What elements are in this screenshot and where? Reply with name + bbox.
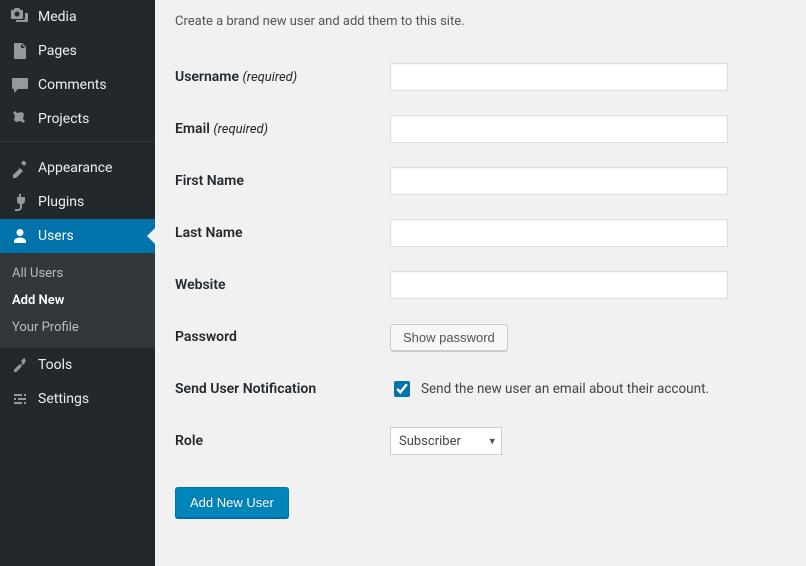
notification-text: Send the new user an email about their a… xyxy=(421,381,709,397)
sidebar-item-label: Tools xyxy=(38,357,72,373)
sidebar-item-label: Pages xyxy=(38,43,77,59)
sidebar-item-appearance[interactable]: Appearance xyxy=(0,151,155,185)
add-new-user-button[interactable]: Add New User xyxy=(175,487,289,518)
password-label: Password xyxy=(175,311,390,363)
email-label: Email (required) xyxy=(175,103,390,155)
sidebar-item-pages[interactable]: Pages xyxy=(0,34,155,68)
username-label: Username (required) xyxy=(175,51,390,103)
username-input[interactable] xyxy=(390,63,728,91)
submenu-your-profile[interactable]: Your Profile xyxy=(0,314,155,341)
users-submenu: All Users Add New Your Profile xyxy=(0,253,155,348)
sidebar-item-projects[interactable]: Projects xyxy=(0,102,155,136)
role-label: Role xyxy=(175,415,390,467)
website-input[interactable] xyxy=(390,271,728,299)
submenu-add-new[interactable]: Add New xyxy=(0,287,155,314)
comments-icon xyxy=(10,75,30,95)
notification-checkbox[interactable] xyxy=(394,381,410,397)
last-name-input[interactable] xyxy=(390,219,728,247)
tools-icon xyxy=(10,355,30,375)
first-name-input[interactable] xyxy=(390,167,728,195)
sidebar-item-tools[interactable]: Tools xyxy=(0,348,155,382)
sidebar-item-label: Appearance xyxy=(38,160,112,176)
admin-sidebar: Media Pages Comments Projects Appearance… xyxy=(0,0,155,566)
users-icon xyxy=(10,226,30,246)
sidebar-item-label: Media xyxy=(38,9,77,25)
first-name-label: First Name xyxy=(175,155,390,207)
sidebar-item-media[interactable]: Media xyxy=(0,0,155,34)
role-select[interactable]: Subscriber xyxy=(390,427,502,455)
add-user-form: Username (required) Email (required) Fir… xyxy=(175,51,786,467)
website-label: Website xyxy=(175,259,390,311)
sidebar-item-label: Comments xyxy=(38,77,107,93)
sidebar-item-plugins[interactable]: Plugins xyxy=(0,185,155,219)
main-content: Create a brand new user and add them to … xyxy=(155,0,806,566)
appearance-icon xyxy=(10,158,30,178)
submenu-all-users[interactable]: All Users xyxy=(0,260,155,287)
sidebar-item-users[interactable]: Users xyxy=(0,219,155,253)
sidebar-item-comments[interactable]: Comments xyxy=(0,68,155,102)
last-name-label: Last Name xyxy=(175,207,390,259)
submit-row: Add New User xyxy=(175,487,786,518)
notification-label: Send User Notification xyxy=(175,363,390,415)
show-password-button[interactable]: Show password xyxy=(390,324,508,351)
notification-checkbox-wrap[interactable]: Send the new user an email about their a… xyxy=(390,378,786,400)
sidebar-separator xyxy=(0,141,155,146)
plugins-icon xyxy=(10,192,30,212)
sidebar-item-label: Users xyxy=(38,228,74,244)
sidebar-item-settings[interactable]: Settings xyxy=(0,382,155,416)
sidebar-item-label: Plugins xyxy=(38,194,84,210)
media-icon xyxy=(10,7,30,27)
projects-icon xyxy=(10,109,30,129)
sidebar-item-label: Projects xyxy=(38,111,89,127)
role-select-value: Subscriber xyxy=(399,434,461,449)
settings-icon xyxy=(10,389,30,409)
pages-icon xyxy=(10,41,30,61)
page-description: Create a brand new user and add them to … xyxy=(175,14,786,29)
sidebar-item-label: Settings xyxy=(38,391,89,407)
email-input[interactable] xyxy=(390,115,728,143)
